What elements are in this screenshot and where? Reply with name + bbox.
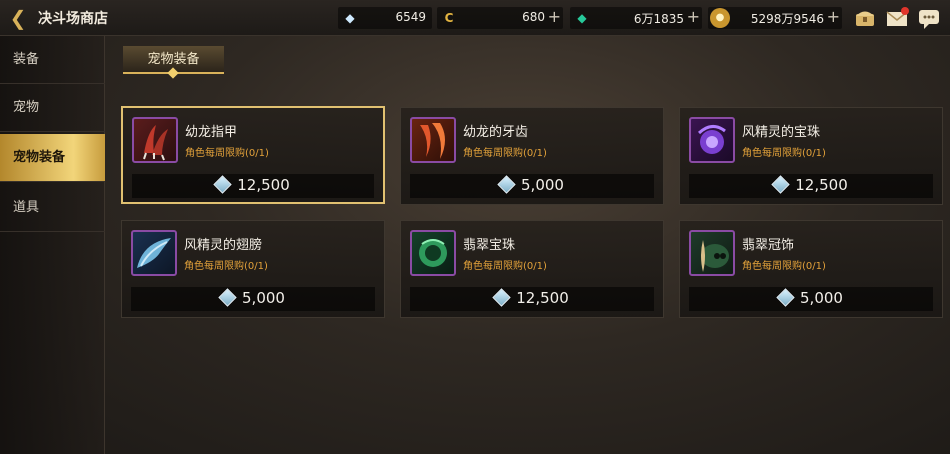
crystal-icon [213,175,232,194]
crystal-icon [497,175,516,194]
gold-coin-icon: ● [710,8,730,28]
chat-icon[interactable] [916,5,942,31]
shop-item-card[interactable]: 幼龙指甲 角色每周限购(0/1) 12,500 [121,106,385,204]
currency-c-coin-value: 680 [522,10,545,24]
item-purchase-limit: 角色每周限购(0/1) [742,148,826,159]
item-purchase-limit: 角色每周限购(0/1) [742,261,826,272]
price-bar: 5,000 [131,287,375,311]
currency-gold: ● 5298万9546 + [708,7,842,29]
jade-orb-icon [410,230,456,276]
item-purchase-limit: 角色每周限购(0/1) [185,148,269,159]
dragon-claw-icon [132,117,178,163]
crystal-icon [771,175,790,194]
sidebar-item-items[interactable]: 道具 [0,184,105,232]
add-emerald-button[interactable]: + [687,8,700,26]
price-bar: 12,500 [689,174,933,198]
currency-crystal-value: 6549 [395,10,426,24]
item-price: 12,500 [237,176,290,194]
sidebar: 装备 宠物 宠物装备 道具 [0,36,105,454]
tab-label: 宠物装备 [147,52,200,67]
item-name: 翡翠宝珠 [463,238,516,253]
item-name: 风精灵的宝珠 [742,125,821,140]
gold-c-coin-icon: C [444,11,454,25]
crystal-icon [776,288,795,307]
top-bar: ❮ 决斗场商店 ◆ 6549 C 680 + ◆ 6万1835 + ● 5298… [0,0,950,36]
item-name: 幼龙指甲 [185,125,238,140]
item-price: 5,000 [521,176,564,194]
item-name: 风精灵的翅膀 [184,238,263,253]
item-price: 12,500 [795,176,848,194]
item-price: 5,000 [242,289,285,307]
wind-wing-icon [131,230,177,276]
sidebar-item-equipment[interactable]: 装备 [0,36,105,84]
shop-item-card[interactable]: 风精灵的翅膀 角色每周限购(0/1) 5,000 [121,220,385,318]
price-bar: 12,500 [410,287,654,311]
currency-gold-value: 5298万9546 [750,12,824,26]
item-price: 5,000 [800,289,843,307]
page-title: 决斗场商店 [38,11,108,27]
add-gold-button[interactable]: + [827,8,840,26]
sidebar-item-pet[interactable]: 宠物 [0,84,105,132]
price-bar: 5,000 [689,287,933,311]
crystal-icon [218,288,237,307]
dragon-tooth-icon [410,117,456,163]
sidebar-item-pet-equipment[interactable]: 宠物装备 [0,134,105,182]
price-bar: 12,500 [132,174,374,198]
item-purchase-limit: 角色每周限购(0/1) [184,261,268,272]
shop-item-card[interactable]: 幼龙的牙齿 角色每周限购(0/1) 5,000 [400,107,664,205]
shop-item-card[interactable]: 翡翠宝珠 角色每周限购(0/1) 12,500 [400,220,664,318]
price-bar: 5,000 [410,174,654,198]
currency-emerald: ◆ 6万1835 + [570,7,702,29]
currency-emerald-value: 6万1835 [633,12,684,26]
item-purchase-limit: 角色每周限购(0/1) [463,261,547,272]
shop-item-card[interactable]: 风精灵的宝珠 角色每周限购(0/1) 12,500 [679,107,943,205]
wind-orb-icon [689,117,735,163]
shop-item-card[interactable]: 翡翠冠饰 角色每周限购(0/1) 5,000 [679,220,943,318]
back-arrow-icon[interactable]: ❮ [6,7,30,29]
tab-indicator-diamond [167,67,179,79]
emerald-icon: ◆ [577,11,587,25]
mail-icon[interactable] [884,5,910,31]
item-price: 12,500 [516,289,569,307]
currency-c-coin: C 680 + [437,7,563,29]
treasure-chest-icon[interactable] [852,5,878,31]
currency-crystal: ◆ 6549 [338,7,432,29]
item-purchase-limit: 角色每周限购(0/1) [463,148,547,159]
jade-crown-icon [689,230,735,276]
crystal-icon [492,288,511,307]
tab-pet-equipment[interactable]: 宠物装备 [123,46,224,79]
item-name: 幼龙的牙齿 [463,125,529,140]
crystal-icon: ◆ [345,11,355,25]
add-c-coin-button[interactable]: + [548,8,561,26]
item-name: 翡翠冠饰 [742,238,795,253]
